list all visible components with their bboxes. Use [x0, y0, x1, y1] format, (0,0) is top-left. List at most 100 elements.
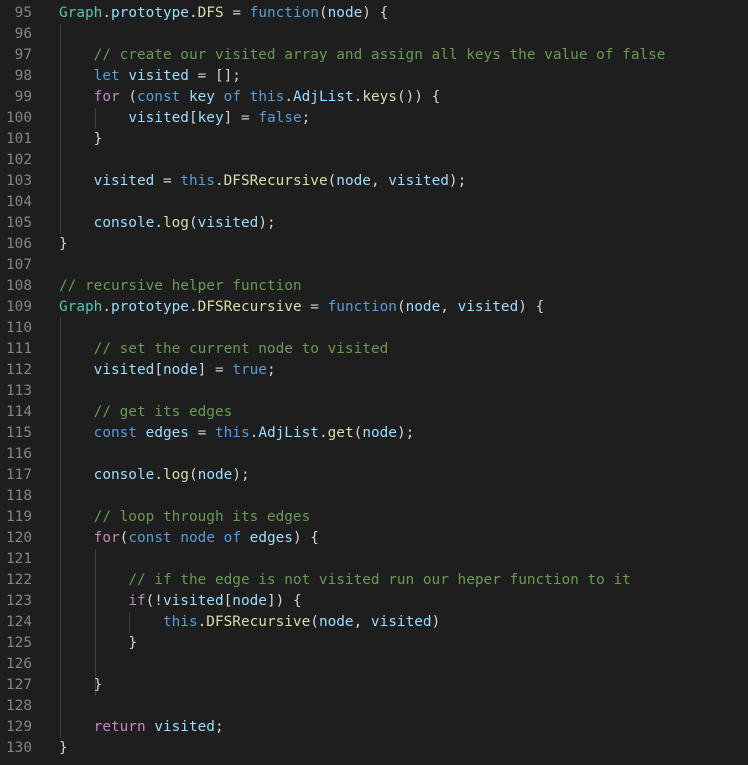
code-line[interactable]: 109 Graph.prototype.DFSRecursive = functi…: [0, 297, 748, 318]
line-number: 126: [6, 656, 32, 672]
line-number: 115: [6, 425, 32, 441]
code-line[interactable]: 95 Graph.prototype.DFS = function(node) {: [0, 3, 748, 24]
code-token: }: [128, 635, 137, 651]
code-token: let: [93, 68, 120, 84]
code-token: visited: [93, 362, 155, 378]
code-line[interactable]: 130}: [0, 738, 748, 759]
code-text: Graph.prototype.DFSRecursive = function(…: [59, 297, 544, 318]
code-token: return: [93, 719, 146, 735]
line-number: 114: [6, 404, 32, 420]
code-token: visited: [154, 719, 215, 735]
code-line[interactable]: 126: [0, 654, 748, 675]
code-text: // if the edge is not visited run our he…: [59, 570, 631, 591]
code-token: node: [232, 593, 267, 609]
code-line[interactable]: 96: [0, 24, 748, 45]
code-line[interactable]: 100 visited[key] = false;: [0, 108, 748, 129]
code-token: .: [102, 299, 111, 315]
code-token: [];: [214, 68, 241, 84]
line-number: 122: [6, 572, 32, 588]
code-line[interactable]: 127 }: [0, 675, 748, 696]
code-line[interactable]: 108 // recursive helper function: [0, 276, 748, 297]
code-token: }: [93, 131, 103, 147]
code-token: .: [188, 5, 198, 21]
code-text: visited[key] = false;: [59, 108, 310, 129]
code-token: key: [188, 89, 215, 105]
code-line[interactable]: 118: [0, 486, 748, 507]
code-text: for(const node of edges) {: [59, 528, 319, 549]
code-token: ): [431, 614, 441, 630]
code-line[interactable]: 101 }: [0, 129, 748, 150]
line-number: 116: [6, 446, 32, 462]
code-token: .: [102, 5, 111, 21]
code-line[interactable]: 124 this.DFSRecursive(node, visited): [0, 612, 748, 633]
code-token: const: [93, 425, 137, 441]
code-line[interactable]: 104: [0, 192, 748, 213]
code-line[interactable]: 122 // if the edge is not visited run ou…: [0, 570, 748, 591]
code-line[interactable]: 128: [0, 696, 748, 717]
line-number: 119: [6, 509, 32, 525]
code-line[interactable]: 99 for (const key of this.AdjList.keys()…: [0, 87, 748, 108]
code-editor[interactable]: 95 Graph.prototype.DFS = function(node) {…: [0, 3, 748, 765]
code-token: .: [318, 425, 328, 441]
code-token: prototype: [111, 5, 189, 21]
code-line[interactable]: 116: [0, 444, 748, 465]
code-token: ,: [370, 173, 389, 189]
code-line[interactable]: 129 return visited;: [0, 717, 748, 738]
code-text: for (const key of this.AdjList.keys()) {: [59, 87, 441, 108]
code-line[interactable]: 106}: [0, 234, 748, 255]
code-token: Graph: [59, 299, 103, 315]
line-number: 105: [6, 215, 32, 231]
code-token: Graph: [59, 5, 103, 21]
code-line[interactable]: 105 console.log(visited);: [0, 213, 748, 234]
code-token: ,: [440, 299, 458, 315]
code-token: log: [162, 467, 189, 483]
code-line[interactable]: 102: [0, 150, 748, 171]
code-line[interactable]: 107: [0, 255, 748, 276]
code-line[interactable]: 121: [0, 549, 748, 570]
code-token: log: [162, 215, 189, 231]
code-line[interactable]: 97 // create our visited array and assig…: [0, 45, 748, 66]
code-token: (: [318, 5, 328, 21]
code-line[interactable]: 114 // get its edges: [0, 402, 748, 423]
code-token: );: [258, 215, 276, 231]
code-token: for: [93, 89, 120, 105]
code-token: }: [59, 740, 68, 756]
code-line[interactable]: 117 console.log(node);: [0, 465, 748, 486]
code-token: console: [93, 215, 155, 231]
code-line[interactable]: 115 const edges = this.AdjList.get(node)…: [0, 423, 748, 444]
code-text: const edges = this.AdjList.get(node);: [59, 423, 415, 444]
code-token: // if the edge is not visited run our he…: [128, 572, 631, 588]
code-token: false: [258, 110, 302, 126]
code-token: ]) {: [266, 593, 302, 609]
line-number: 99: [14, 89, 32, 105]
code-line[interactable]: 98 let visited = [];: [0, 66, 748, 87]
code-token: .: [249, 425, 259, 441]
code-line[interactable]: 119 // loop through its edges: [0, 507, 748, 528]
code-line[interactable]: 120 for(const node of edges) {: [0, 528, 748, 549]
code-line[interactable]: 123 if(!visited[node]) {: [0, 591, 748, 612]
code-token: keys: [362, 89, 397, 105]
code-token: }: [93, 677, 103, 693]
code-line[interactable]: 112 visited[node] = true;: [0, 360, 748, 381]
code-line[interactable]: 111 // set the current node to visited: [0, 339, 748, 360]
code-line[interactable]: 110: [0, 318, 748, 339]
code-token: .: [188, 299, 198, 315]
code-text: this.DFSRecursive(node, visited): [59, 612, 440, 633]
code-line[interactable]: 113: [0, 381, 748, 402]
code-line[interactable]: 125 }: [0, 633, 748, 654]
code-token: =: [223, 5, 250, 21]
code-text: // recursive helper function: [59, 276, 302, 297]
code-token: DFSRecursive: [197, 299, 302, 315]
code-token: ) {: [292, 530, 319, 546]
code-token: node: [362, 425, 397, 441]
code-line[interactable]: 103 visited = this.DFSRecursive(node, vi…: [0, 171, 748, 192]
